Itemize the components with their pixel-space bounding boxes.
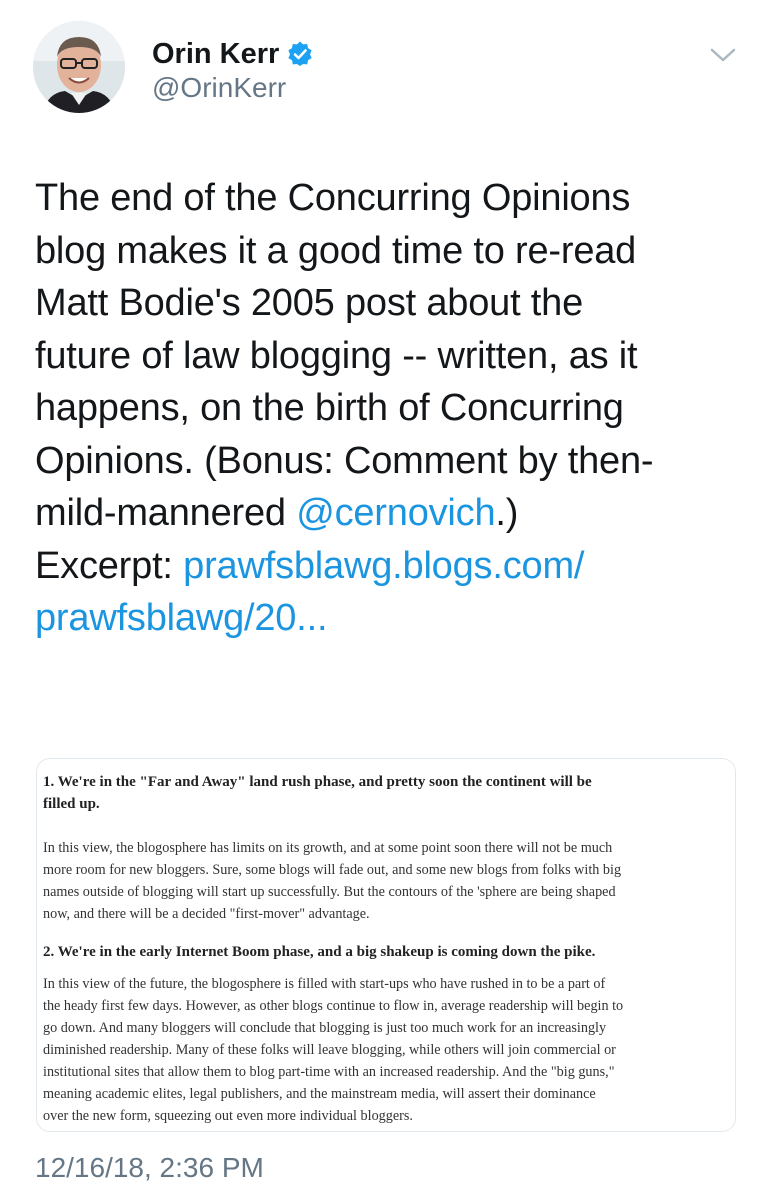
avatar-photo	[33, 21, 125, 113]
tweet-line: The end of the Concurring Opinions	[35, 177, 631, 219]
tweet-text-segment: .)	[495, 492, 519, 534]
verified-badge-icon	[287, 41, 313, 67]
url-link[interactable]: prawfsblawg.blogs.com/	[183, 545, 584, 587]
display-name[interactable]: Orin Kerr	[152, 38, 279, 71]
excerpt-label: Excerpt:	[35, 544, 184, 587]
tweet-line: happens, on the birth of Concurring	[35, 387, 624, 429]
excerpt-line: meaning academic elites, legal publisher…	[43, 1086, 596, 1102]
excerpt-heading-1: 1. We're in the "Far and Away" land rush…	[43, 771, 592, 815]
excerpt-line: In this view, the blogosphere has limits…	[43, 840, 613, 856]
avatar[interactable]	[33, 21, 125, 113]
tweet-text-segment: mild-mannered	[35, 492, 297, 534]
excerpt-screenshot: 1. We're in the "Far and Away" land rush…	[43, 765, 733, 1127]
excerpt-line: now, and there will be a decided "first-…	[43, 906, 370, 922]
tweet-timestamp[interactable]: 12/16/18, 2:36 PM	[35, 1152, 264, 1184]
excerpt-line: go down. And many bloggers will conclude…	[43, 1020, 607, 1036]
excerpt-paragraph-2: In this view of the future, the blogosph…	[43, 973, 623, 1127]
author-handle[interactable]: @OrinKerr	[152, 72, 286, 104]
mention-link[interactable]: @cernovich	[296, 492, 495, 534]
excerpt-line: the heady first few days. However, as ot…	[43, 998, 624, 1014]
excerpt-line: filled up.	[43, 796, 100, 812]
excerpt-line: more room for new bloggers. Sure, some b…	[43, 862, 622, 878]
tweet-line: blog makes it a good time to re-read	[35, 229, 637, 272]
excerpt-line: over the new form, squeezing out even mo…	[43, 1108, 413, 1124]
tweet-line: Opinions. (Bonus: Comment by then-	[35, 439, 654, 482]
url-link-continued[interactable]: prawfsblawg/20...	[35, 592, 735, 645]
excerpt-line: In this view of the future, the blogosph…	[43, 976, 606, 992]
attached-image[interactable]: 1. We're in the "Far and Away" land rush…	[36, 758, 736, 1132]
chevron-down-icon[interactable]	[708, 44, 738, 66]
excerpt-line: diminished readership. Many of these fol…	[43, 1042, 616, 1058]
excerpt-line: names outside of blogging will start up …	[43, 884, 616, 900]
author-name-row[interactable]: Orin Kerr	[152, 34, 313, 74]
tweet-line: mild-mannered @cernovich.)	[35, 487, 735, 540]
tweet-text: The end of the Concurring Opinions blog …	[35, 172, 735, 645]
tweet-line: future of law blogging -- written, as it	[35, 334, 638, 377]
tweet-line: Matt Bodie's 2005 post about the	[35, 282, 584, 324]
excerpt-heading-2: 2. We're in the early Internet Boom phas…	[43, 944, 596, 960]
tweet-line: Excerpt: prawfsblawg.blogs.com/	[35, 540, 735, 593]
excerpt-paragraph-1: In this view, the blogosphere has limits…	[43, 837, 621, 925]
excerpt-line: institutional sites that allow them to b…	[43, 1064, 615, 1080]
excerpt-line: 1. We're in the "Far and Away" land rush…	[43, 774, 592, 790]
